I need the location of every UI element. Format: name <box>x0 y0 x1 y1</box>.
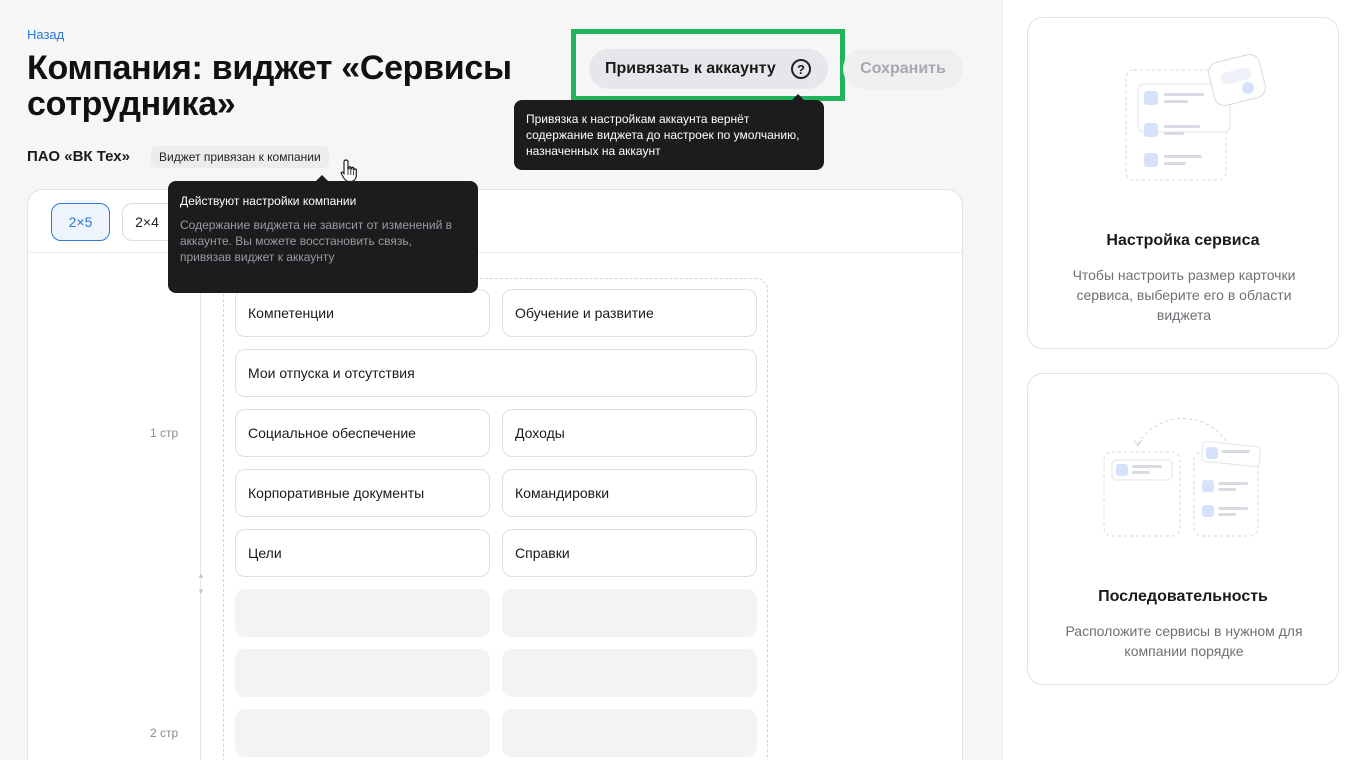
service-setup-illustration <box>1125 53 1266 181</box>
sequence-title: Последовательность <box>1098 588 1268 605</box>
service-card-vacations[interactable]: Мои отпуска и отсутствия <box>235 349 757 397</box>
company-tooltip: Действуют настройки компании Содержание … <box>168 175 478 293</box>
page-1-label: 1 стр <box>150 426 179 440</box>
sequence-card: Последовательность Расположите сервисы в… <box>1027 373 1339 685</box>
service-card-business-trips[interactable]: Командировки <box>502 469 757 517</box>
page-rail <box>200 290 201 760</box>
page-2-label: 2 стр <box>150 726 179 740</box>
service-setup-text: Чтобы настроить размер карточки сервиса,… <box>1072 267 1296 323</box>
service-card-social[interactable]: Социальное обеспечение <box>235 409 490 457</box>
company-link-badge[interactable]: Виджет привязан к компании <box>151 146 329 168</box>
empty-slot[interactable] <box>502 649 757 697</box>
sequence-illustration <box>1103 418 1261 537</box>
company-tooltip-body: Содержание виджета не зависит от изменен… <box>180 218 453 264</box>
rail-up-mark: ▲ <box>197 571 205 580</box>
main-area: Назад Компания: виджет «Сервисы сотрудни… <box>0 0 1003 760</box>
empty-slot[interactable] <box>235 649 490 697</box>
company-tooltip-title: Действуют настройки компании <box>180 194 357 208</box>
size-option-2x5[interactable]: 2×5 <box>51 203 110 241</box>
service-card-goals[interactable]: Цели <box>235 529 490 577</box>
empty-slot[interactable] <box>235 589 490 637</box>
service-setup-title: Настройка сервиса <box>1106 232 1260 249</box>
right-panel: Настройка сервиса Чтобы настроить размер… <box>1004 0 1363 760</box>
question-circle-icon[interactable]: ? <box>791 59 811 79</box>
service-card-corp-docs[interactable]: Корпоративные документы <box>235 469 490 517</box>
company-name: ПАО «ВК Тех» <box>27 148 130 165</box>
page-title: Компания: виджет «Сервисы сотрудника» <box>27 49 512 123</box>
services-grid: Компетенции Обучение и развитие Мои отпу… <box>223 278 768 760</box>
empty-slot[interactable] <box>502 709 757 757</box>
empty-slot[interactable] <box>502 589 757 637</box>
save-button[interactable]: Сохранить <box>843 49 963 89</box>
service-card-learning[interactable]: Обучение и развитие <box>502 289 757 337</box>
link-to-account-button[interactable]: Привязать к аккаунту ? <box>589 49 828 89</box>
empty-slot[interactable] <box>235 709 490 757</box>
service-card-certificates[interactable]: Справки <box>502 529 757 577</box>
hand-pointer-icon <box>340 159 357 183</box>
service-card-competencies[interactable]: Компетенции <box>235 289 490 337</box>
link-tooltip: Привязка к настройкам аккаунта вернёт со… <box>514 94 824 170</box>
service-setup-card: Настройка сервиса Чтобы настроить размер… <box>1027 17 1339 349</box>
sequence-text: Расположите сервисы в нужном для компани… <box>1065 623 1303 659</box>
service-card-income[interactable]: Доходы <box>502 409 757 457</box>
link-to-account-label: Привязать к аккаунту <box>605 60 776 77</box>
rail-down-mark: ▼ <box>197 587 205 596</box>
back-link[interactable]: Назад <box>27 27 64 42</box>
